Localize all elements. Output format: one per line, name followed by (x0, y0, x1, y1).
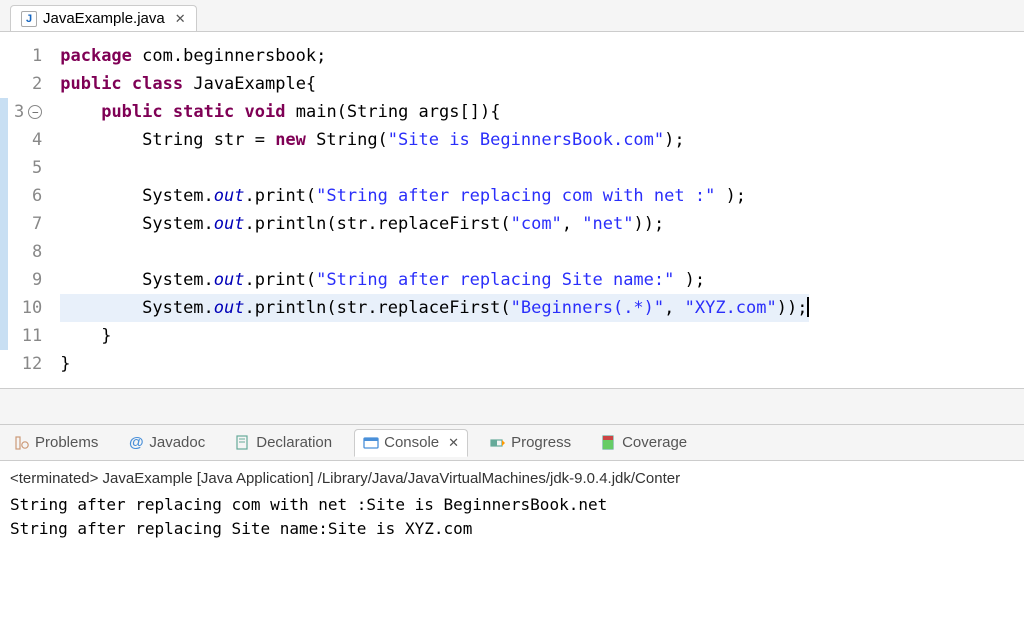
text-cursor (807, 297, 809, 317)
editor-tab-javaexample[interactable]: J JavaExample.java ✕ (10, 5, 197, 31)
code-line[interactable]: System.out.print("String after replacing… (60, 266, 809, 294)
code-line[interactable]: System.out.println(str.replaceFirst("com… (60, 210, 809, 238)
code-line[interactable]: } (60, 350, 809, 378)
line-number: 6 (14, 182, 42, 210)
line-number: 12 (14, 350, 42, 378)
javadoc-icon: @ (128, 435, 144, 451)
editor-tabs: J JavaExample.java ✕ (0, 0, 1024, 32)
console-line: String after replacing com with net :Sit… (10, 493, 1014, 517)
bottom-tabs: Problems @ Javadoc Declaration Console ✕… (0, 425, 1024, 461)
close-icon[interactable]: ✕ (175, 11, 186, 27)
progress-icon (490, 435, 506, 451)
tab-progress[interactable]: Progress (482, 430, 579, 455)
tab-problems[interactable]: Problems (6, 430, 106, 455)
code-line[interactable]: } (60, 322, 809, 350)
java-file-icon: J (21, 11, 37, 27)
line-number: 8 (14, 238, 42, 266)
marker-strip (0, 32, 8, 388)
tab-label: Progress (511, 434, 571, 451)
tab-label: Console (384, 434, 439, 451)
line-number: 4 (14, 126, 42, 154)
tab-javadoc[interactable]: @ Javadoc (120, 430, 213, 455)
problems-icon (14, 435, 30, 451)
console-process-header: <terminated> JavaExample [Java Applicati… (10, 467, 1014, 491)
tab-declaration[interactable]: Declaration (227, 430, 340, 455)
line-number: 9 (14, 266, 42, 294)
panel-sash[interactable] (0, 389, 1024, 425)
line-number: 11 (14, 322, 42, 350)
tab-coverage[interactable]: Coverage (593, 430, 695, 455)
tab-console[interactable]: Console ✕ (354, 429, 468, 457)
console-panel: <terminated> JavaExample [Java Applicati… (0, 461, 1024, 547)
tab-label: Problems (35, 434, 98, 451)
code-editor[interactable]: package com.beginnersbook;public class J… (52, 32, 809, 388)
code-line[interactable]: public class JavaExample{ (60, 70, 809, 98)
line-number-gutter: 123−456789101112 (8, 32, 52, 388)
console-line: String after replacing Site name:Site is… (10, 517, 1014, 541)
line-number: 1 (14, 42, 42, 70)
tab-label: Javadoc (149, 434, 205, 451)
fold-icon[interactable]: − (28, 105, 42, 119)
code-line[interactable]: package com.beginnersbook; (60, 42, 809, 70)
editor-tab-label: JavaExample.java (43, 10, 165, 27)
close-icon[interactable]: ✕ (448, 435, 459, 451)
coverage-icon (601, 435, 617, 451)
console-icon (363, 435, 379, 451)
line-number: 10 (14, 294, 42, 322)
tab-label: Declaration (256, 434, 332, 451)
code-line[interactable]: System.out.println(str.replaceFirst("Beg… (60, 294, 809, 322)
code-line[interactable]: String str = new String("Site is Beginne… (60, 126, 809, 154)
code-line[interactable]: System.out.print("String after replacing… (60, 182, 809, 210)
tab-label: Coverage (622, 434, 687, 451)
code-line[interactable] (60, 154, 809, 182)
line-number: 5 (14, 154, 42, 182)
console-output[interactable]: String after replacing com with net :Sit… (10, 493, 1014, 541)
code-line[interactable] (60, 238, 809, 266)
line-number: 2 (14, 70, 42, 98)
declaration-icon (235, 435, 251, 451)
code-line[interactable]: public static void main(String args[]){ (60, 98, 809, 126)
line-number: 3− (14, 98, 42, 126)
line-number: 7 (14, 210, 42, 238)
editor-area: 123−456789101112 package com.beginnersbo… (0, 32, 1024, 389)
